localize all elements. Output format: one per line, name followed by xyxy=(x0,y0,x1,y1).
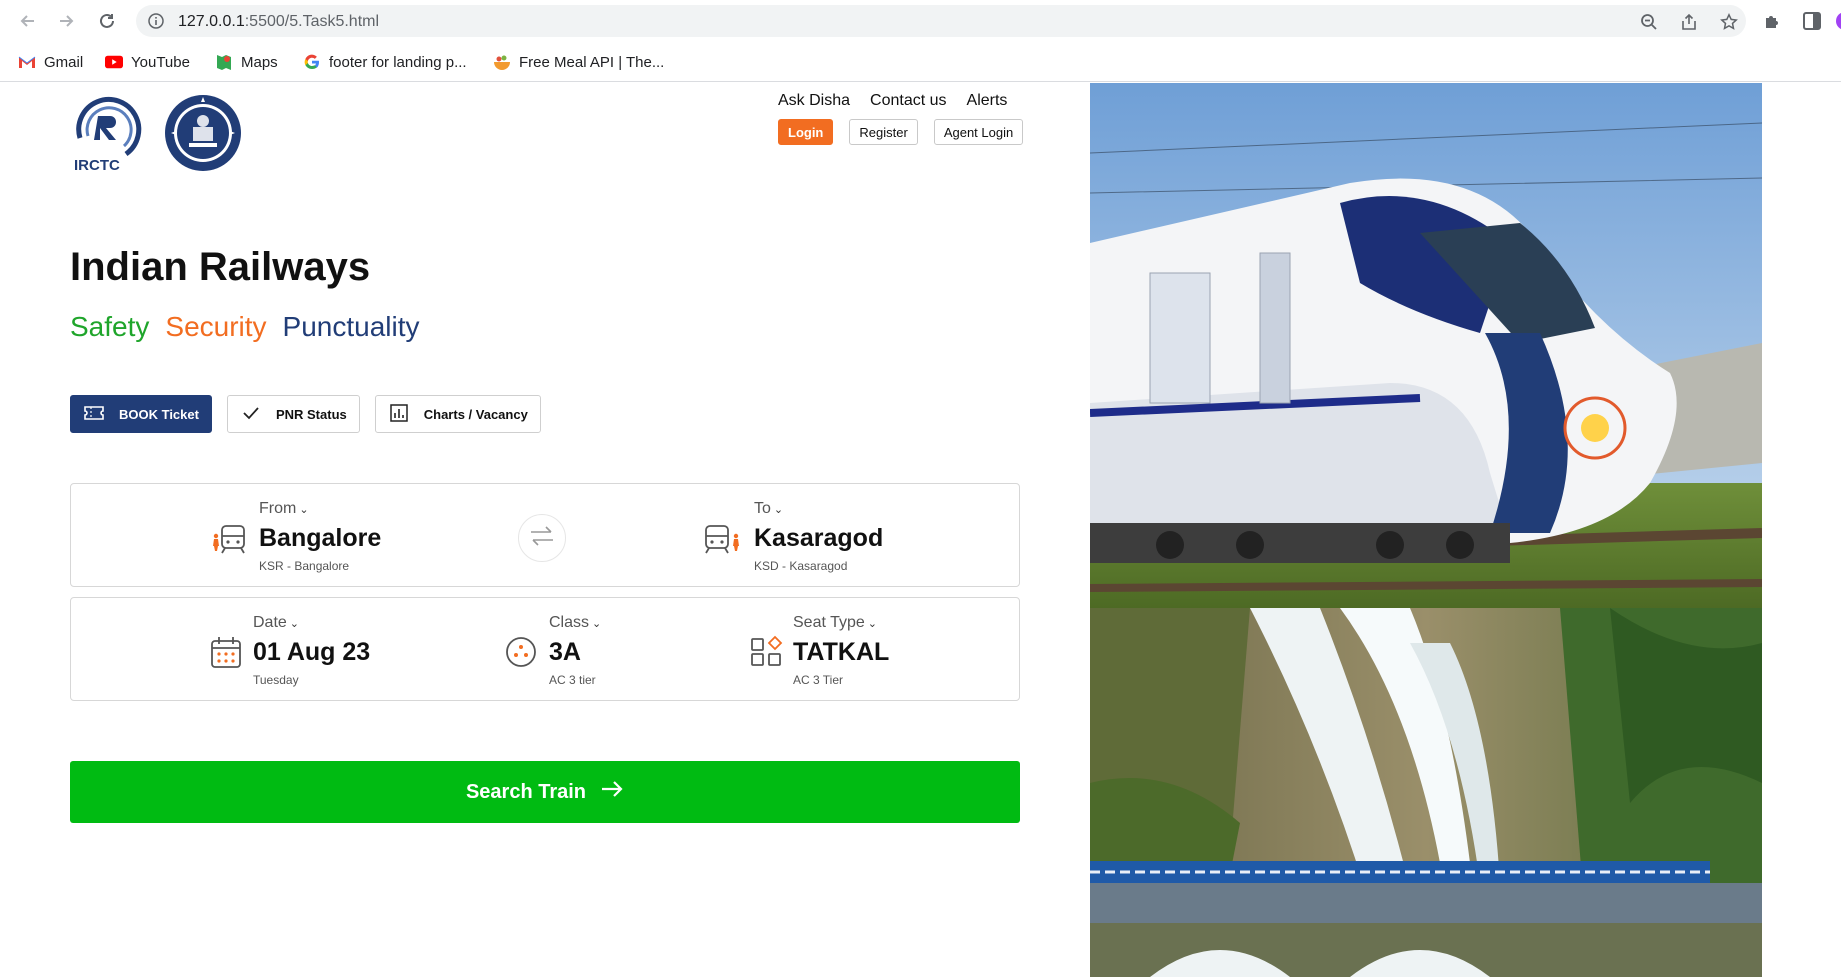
station-icon xyxy=(704,518,744,558)
bookmark-gmail[interactable]: Gmail xyxy=(18,52,83,72)
chart-icon xyxy=(388,402,410,427)
youtube-icon xyxy=(105,53,123,71)
browser-toolbar: 127.0.0.1:5500/5.Task5.html xyxy=(0,0,1841,42)
forward-icon[interactable] xyxy=(54,9,78,33)
tagline: Safety Security Punctuality xyxy=(70,311,420,343)
address-bar[interactable]: 127.0.0.1:5500/5.Task5.html xyxy=(136,5,1746,37)
dudhsagar-waterfall-photo xyxy=(1090,608,1762,977)
page-title: Indian Railways xyxy=(70,245,371,289)
tab-book-ticket[interactable]: BOOK Ticket xyxy=(70,395,212,433)
to-label: To ⌄ xyxy=(754,500,784,517)
profile-icon[interactable] xyxy=(1834,10,1841,32)
url-text: 127.0.0.1:5500/5.Task5.html xyxy=(178,13,380,30)
seat-type-value: TATKAL xyxy=(793,638,890,666)
auth-buttons: Login Register Agent Login xyxy=(778,119,1024,145)
route-card: From ⌄ Bangalore KSR - Bangalore To ⌄ Kasa… xyxy=(70,483,1020,587)
tab-charts-vacancy[interactable]: Charts / Vacancy xyxy=(374,395,541,433)
from-field[interactable]: From ⌄ Bangalore KSR - Bangalore xyxy=(209,484,469,588)
date-value: 01 Aug 23 xyxy=(253,638,371,666)
chevron-down-icon: ⌄ xyxy=(592,618,602,630)
vande-bharat-photo xyxy=(1090,83,1762,608)
class-label: Class ⌄ xyxy=(549,614,602,631)
seat-type-field[interactable]: Seat Type ⌄ TATKAL AC 3 Tier xyxy=(747,598,967,702)
bookmark-star-icon[interactable] xyxy=(1720,13,1738,31)
date-weekday: Tuesday xyxy=(253,673,299,687)
journey-details-card: Date ⌄ 01 Aug 23 Tuesday Class ⌄ 3A AC 3 t… xyxy=(70,597,1020,701)
arrow-right-icon xyxy=(600,779,624,805)
maps-icon xyxy=(215,53,233,71)
to-station-code: KSD - Kasaragod xyxy=(754,559,848,573)
from-value: Bangalore xyxy=(259,524,382,552)
contact-us-link[interactable]: Contact us xyxy=(870,92,946,110)
meal-icon xyxy=(493,53,511,71)
page: IRCTC Ask Disha Contact us Alerts Login … xyxy=(0,83,1841,977)
alerts-link[interactable]: Alerts xyxy=(967,92,1008,110)
seat-type-description: AC 3 Tier xyxy=(793,673,844,687)
chevron-down-icon: ⌄ xyxy=(773,504,784,516)
top-nav: Ask Disha Contact us Alerts xyxy=(778,92,1007,110)
chevron-down-icon: ⌄ xyxy=(867,618,877,630)
from-label: From ⌄ xyxy=(259,500,309,517)
side-panel-icon[interactable] xyxy=(1801,10,1823,32)
to-value: Kasaragod xyxy=(754,524,884,552)
share-icon[interactable] xyxy=(1680,13,1698,31)
gmail-icon xyxy=(18,53,36,71)
search-train-button[interactable]: Search Train xyxy=(70,761,1020,823)
check-icon xyxy=(240,402,262,427)
svg-text:IRCTC: IRCTC xyxy=(74,157,120,172)
irctc-logo[interactable]: IRCTC xyxy=(68,92,148,174)
google-icon xyxy=(303,53,321,71)
tagline-security: Security xyxy=(165,311,267,342)
from-station-code: KSR - Bangalore xyxy=(259,559,350,573)
ask-disha-link[interactable]: Ask Disha xyxy=(778,92,850,110)
login-button[interactable]: Login xyxy=(778,119,834,145)
indian-railways-emblem[interactable] xyxy=(163,93,243,173)
bookmark-footer[interactable]: footer for landing p... xyxy=(303,52,467,72)
date-label: Date ⌄ xyxy=(253,614,300,631)
station-icon xyxy=(209,518,249,558)
date-field[interactable]: Date ⌄ 01 Aug 23 Tuesday xyxy=(207,598,427,702)
swap-icon xyxy=(529,525,555,552)
bookmark-meal-api[interactable]: Free Meal API | The... xyxy=(493,52,664,72)
reload-icon[interactable] xyxy=(95,9,119,33)
info-icon[interactable] xyxy=(148,13,164,29)
class-field[interactable]: Class ⌄ 3A AC 3 tier xyxy=(501,598,701,702)
bookmark-maps[interactable]: Maps xyxy=(215,52,278,72)
hero-image xyxy=(1090,83,1762,977)
bookmarks-bar: Gmail YouTube Maps footer for landing p.… xyxy=(0,42,1841,82)
agent-login-button[interactable]: Agent Login xyxy=(933,119,1024,145)
class-value: 3A xyxy=(549,638,581,666)
tagline-safety: Safety xyxy=(70,311,150,342)
zoom-icon[interactable] xyxy=(1640,13,1658,31)
train-photo-collage xyxy=(1090,83,1762,977)
extensions-icon[interactable] xyxy=(1762,10,1784,32)
chevron-down-icon: ⌄ xyxy=(299,504,309,516)
register-button[interactable]: Register xyxy=(849,119,918,145)
calendar-icon xyxy=(207,632,247,672)
back-icon[interactable] xyxy=(16,9,40,33)
class-icon xyxy=(501,632,541,672)
booking-tabs: BOOK Ticket PNR Status Charts / Vacancy xyxy=(70,395,541,433)
ticket-icon xyxy=(83,402,105,427)
class-description: AC 3 tier xyxy=(549,673,596,687)
seat-type-label: Seat Type ⌄ xyxy=(793,614,877,631)
seat-type-icon xyxy=(747,632,787,672)
tagline-punctuality: Punctuality xyxy=(282,311,420,342)
bookmark-youtube[interactable]: YouTube xyxy=(105,52,190,72)
search-train-label: Search Train xyxy=(465,780,587,803)
swap-stations-button[interactable] xyxy=(518,514,566,562)
tab-pnr-status[interactable]: PNR Status xyxy=(226,395,360,433)
chevron-down-icon: ⌄ xyxy=(289,618,300,630)
to-field[interactable]: To ⌄ Kasaragod KSD - Kasaragod xyxy=(704,484,964,588)
